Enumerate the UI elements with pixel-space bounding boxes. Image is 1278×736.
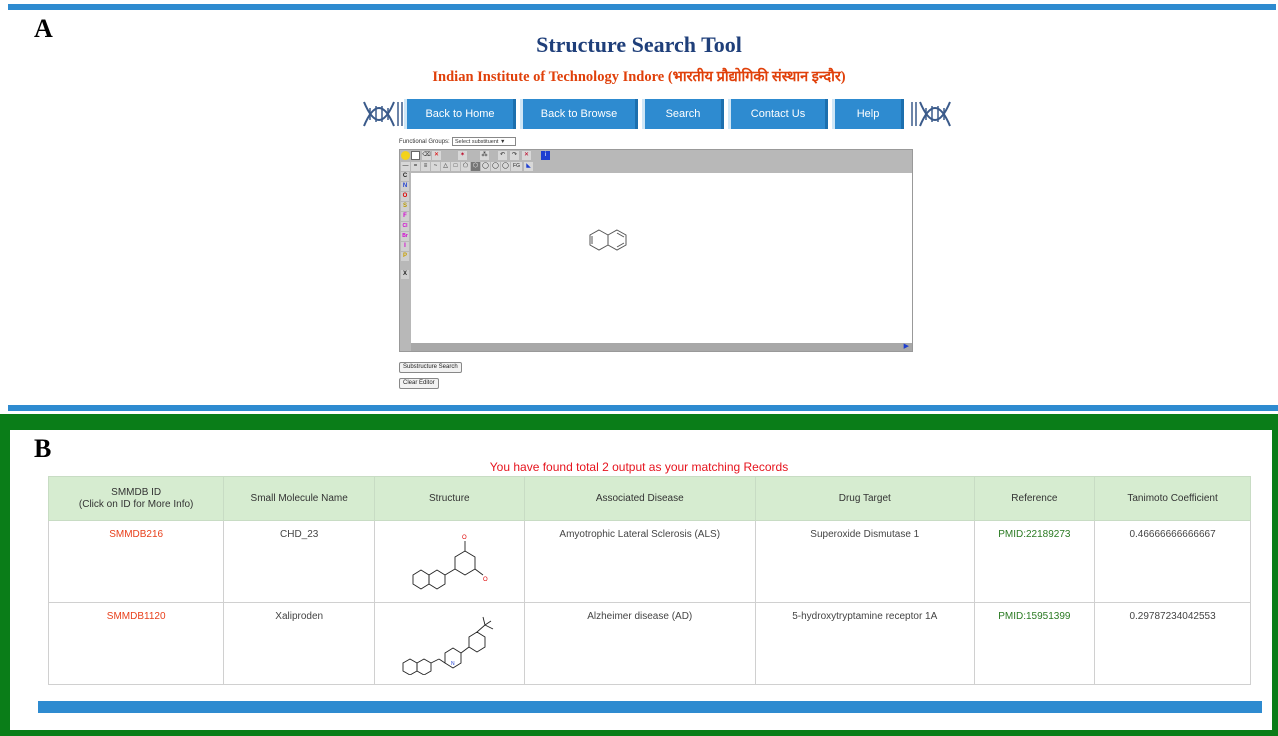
panel-a: A Structure Search Tool Indian Institute… [0, 0, 1278, 411]
institute-subtitle: Indian Institute of Technology Indore (भ… [432, 69, 846, 85]
nav-help[interactable]: Help [832, 99, 904, 129]
charge-icon[interactable]: ✶ [458, 151, 467, 160]
editor-scrollbar[interactable]: ▶ [411, 343, 912, 351]
atom-p[interactable]: P [401, 252, 409, 261]
col-reference: Reference [973, 476, 1096, 521]
heptagon-ring-icon[interactable]: ◯ [491, 162, 500, 171]
chain-icon[interactable]: ~ [431, 162, 440, 171]
cell-structure: N [374, 602, 525, 685]
atom-o[interactable]: O [401, 192, 409, 201]
nav-bar: Back to Home Back to Browse Search Conta… [362, 98, 952, 130]
clear-editor-button[interactable]: Clear Editor [399, 378, 439, 389]
benzene-ring-icon[interactable]: ⬡ [471, 162, 480, 171]
table-row: SMMDB216 CHD_23 O O Amyotrophic Lateral … [47, 520, 1251, 603]
delete-icon[interactable]: ✕ [432, 151, 441, 160]
cell-disease: Alzheimer disease (AD) [523, 602, 756, 685]
double-bond-icon[interactable]: = [411, 162, 420, 171]
col-tanimoto: Tanimoto Coefficient [1094, 476, 1251, 521]
oxygen-label-1: O [462, 535, 467, 541]
naphthalene-structure [589, 229, 627, 251]
bottom-blue-bar-a [8, 405, 1278, 411]
col-smmdb-id: SMMDB ID (Click on ID for More Info) [47, 476, 225, 521]
editor-toolbar-row-1: ⌫ ✕ ✶ ⁂ ↶ ↷ ✕ i [400, 150, 550, 161]
nav-back-to-browse[interactable]: Back to Browse [520, 99, 638, 129]
nitrogen-label: N [451, 661, 455, 667]
cell-target: 5-hydroxytryptamine receptor 1A [754, 602, 975, 685]
atom-s[interactable]: S [401, 202, 409, 211]
smmdb-id-link[interactable]: SMMDB1120 [107, 611, 166, 622]
cell-id: SMMDB1120 [47, 602, 225, 685]
cell-reference: PMID:15951399 [973, 602, 1096, 685]
footer-blue-bar [38, 701, 1262, 713]
dna-left-icon [363, 101, 403, 127]
nav-search[interactable]: Search [642, 99, 724, 129]
atom-palette: C N O S F Cl Br I P X [400, 172, 410, 352]
atom-f[interactable]: F [401, 212, 409, 221]
atom-c[interactable]: C [401, 172, 409, 181]
pmid-link[interactable]: PMID:22189273 [998, 529, 1070, 540]
smiley-icon[interactable] [401, 151, 410, 160]
single-bond-icon[interactable]: — [401, 162, 410, 171]
octagon-ring-icon[interactable]: ◯ [501, 162, 510, 171]
atom-br[interactable]: Br [401, 232, 409, 241]
table-header-row: SMMDB ID (Click on ID for More Info) Sma… [47, 476, 1251, 521]
atom-x[interactable]: X [401, 270, 409, 279]
oxygen-label-2: O [483, 577, 488, 583]
structure-chd23-image: O O [399, 527, 500, 593]
hexagon-ring-icon[interactable]: ◯ [481, 162, 490, 171]
smmdb-id-link[interactable]: SMMDB216 [109, 529, 163, 540]
cell-id: SMMDB216 [47, 520, 225, 603]
cell-target: Superoxide Dismutase 1 [754, 520, 975, 603]
erase-icon[interactable]: ⌫ [422, 151, 431, 160]
col-disease: Associated Disease [523, 476, 756, 521]
col-target: Drug Target [754, 476, 975, 521]
functional-groups-select[interactable]: Select substituent ▼ [452, 137, 516, 146]
functional-groups-label: Functional Groups: [399, 139, 450, 145]
pentagon-ring-icon[interactable]: ⬠ [461, 162, 470, 171]
info-icon[interactable]: i [541, 151, 550, 160]
triangle-ring-icon[interactable]: △ [441, 162, 450, 171]
atom-cl[interactable]: Cl [401, 222, 409, 231]
page-title: Structure Search Tool [536, 32, 742, 57]
top-blue-bar [8, 4, 1276, 10]
dna-right-icon [911, 101, 951, 127]
nav-contact-us[interactable]: Contact Us [728, 99, 828, 129]
atom-i[interactable]: I [401, 242, 409, 251]
undo-icon[interactable]: ↶ [498, 151, 507, 160]
cell-tanimoto: 0.29787234042553 [1094, 602, 1251, 685]
cell-tanimoto: 0.46666666666667 [1094, 520, 1251, 603]
table-row: SMMDB1120 Xaliproden N Alzheimer disease… [47, 602, 1251, 685]
cell-reference: PMID:22189273 [973, 520, 1096, 603]
pmid-link[interactable]: PMID:15951399 [998, 611, 1070, 622]
results-table: SMMDB ID (Click on ID for More Info) Sma… [47, 476, 1251, 685]
cell-name: Xaliproden [223, 602, 376, 685]
drawing-canvas[interactable] [411, 173, 912, 343]
scroll-right-icon[interactable]: ▶ [904, 343, 909, 351]
col-structure: Structure [374, 476, 525, 521]
substructure-search-button[interactable]: Substructure Search [399, 362, 462, 373]
col-id-line1: SMMDB ID [111, 486, 162, 498]
cell-structure: O O [374, 520, 525, 603]
col-name: Small Molecule Name [223, 476, 376, 521]
cell-name: CHD_23 [223, 520, 376, 603]
structure-xaliproden-image: N [402, 616, 494, 676]
square-ring-icon[interactable]: □ [451, 162, 460, 171]
atom-n[interactable]: N [401, 182, 409, 191]
template-icon[interactable]: ◣ [524, 162, 533, 171]
results-count-text: You have found total 2 output as your ma… [489, 460, 789, 474]
col-id-line2: (Click on ID for More Info) [78, 498, 194, 510]
query-icon[interactable]: ⁂ [480, 151, 489, 160]
redo-icon[interactable]: ↷ [510, 151, 519, 160]
nav-back-to-home[interactable]: Back to Home [404, 99, 516, 129]
clear-x-icon[interactable]: ✕ [522, 151, 531, 160]
structure-editor: ⌫ ✕ ✶ ⁂ ↶ ↷ ✕ i — = ≡ ~ △ □ ⬠ ⬡ ◯ ◯ ◯ FG… [399, 149, 913, 352]
triple-bond-icon[interactable]: ≡ [421, 162, 430, 171]
editor-toolbar-row-2: — = ≡ ~ △ □ ⬠ ⬡ ◯ ◯ ◯ FG ◣ [400, 161, 548, 172]
fg-button[interactable]: FG [511, 162, 522, 171]
cell-disease: Amyotrophic Lateral Sclerosis (ALS) [523, 520, 756, 603]
select-rect-icon[interactable] [411, 151, 420, 160]
